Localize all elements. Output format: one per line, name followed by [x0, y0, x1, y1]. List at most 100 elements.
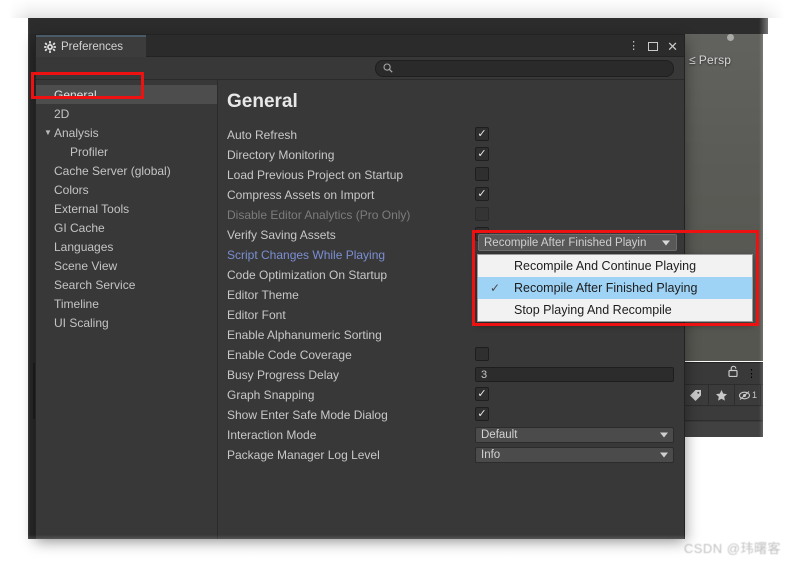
checkbox-directory-monitoring[interactable]: ✓ [475, 147, 489, 161]
close-icon[interactable]: ✕ [667, 40, 678, 53]
textfield-busy-progress-delay[interactable]: 3 [475, 367, 674, 382]
search-row [36, 57, 684, 80]
window-tabbar: Preferences ⋮ ✕ [36, 35, 684, 57]
inspector-panel: ⋮ 1 [683, 362, 763, 437]
dropdown-package-manager-log-level[interactable]: Info [475, 447, 674, 463]
maximize-icon[interactable] [648, 41, 659, 51]
check-icon: ✓ [477, 407, 487, 420]
sidebar-item-profiler[interactable]: Profiler [36, 142, 217, 161]
pref-label: Package Manager Log Level [227, 448, 380, 462]
sidebar-item-gi-cache[interactable]: GI Cache [36, 218, 217, 237]
tag-icon[interactable] [683, 384, 709, 406]
checkbox-box[interactable]: ✓ [475, 387, 489, 401]
pref-row-graph-snapping: Graph Snapping ✓ [218, 385, 684, 405]
tab-preferences[interactable]: Preferences [36, 35, 146, 57]
search-input[interactable] [398, 62, 648, 75]
checkbox-load-previous-project-on-startup[interactable] [475, 167, 489, 181]
sidebar-item-label: Search Service [54, 277, 136, 292]
sidebar-item-timeline[interactable]: Timeline [36, 294, 217, 313]
chevron-down-icon[interactable]: ▼ [44, 128, 52, 137]
gear-icon [44, 41, 56, 53]
inspector-toolbar: 1 [683, 384, 763, 406]
scene-gizmo-dot[interactable] [727, 34, 734, 41]
sidebar-item-analysis[interactable]: ▼ Analysis [36, 123, 217, 142]
star-icon[interactable] [709, 384, 735, 406]
sidebar-item-label: External Tools [54, 201, 130, 216]
pref-row-disable-editor-analytics-pro-only: Disable Editor Analytics (Pro Only) [218, 205, 684, 225]
pref-label: Graph Snapping [227, 388, 315, 402]
checkbox-box[interactable]: ✓ [475, 147, 489, 161]
pref-label: Code Optimization On Startup [227, 268, 388, 282]
inspector-divider [683, 407, 763, 421]
sidebar-item-ui-scaling[interactable]: UI Scaling [36, 313, 217, 332]
checkbox-box[interactable] [475, 347, 489, 361]
pref-row-enable-code-coverage: Enable Code Coverage [218, 345, 684, 365]
tab-label: Preferences [61, 41, 124, 53]
menu-item-label: Recompile And Continue Playing [514, 259, 697, 273]
sidebar-item-label: Cache Server (global) [54, 163, 171, 178]
checkbox-compress-assets-on-import[interactable]: ✓ [475, 187, 489, 201]
sidebar-item-label: Profiler [70, 144, 109, 159]
sidebar-item-2d[interactable]: 2D [36, 104, 217, 123]
bottom-edge-fade [0, 535, 795, 571]
sidebar-item-label: UI Scaling [54, 315, 109, 330]
pref-row-compress-assets-on-import: Compress Assets on Import ✓ [218, 185, 684, 205]
pref-label: Verify Saving Assets [227, 228, 336, 242]
chevron-down-icon [660, 452, 668, 458]
background-top-strip [0, 0, 795, 18]
inspector-menu-icon[interactable]: ⋮ [746, 367, 757, 380]
scene-perspective-label: ≤ Persp [689, 53, 731, 67]
search-field[interactable] [375, 60, 674, 77]
window-menu-icon[interactable]: ⋮ [628, 40, 639, 52]
pref-label: Show Enter Safe Mode Dialog [227, 408, 388, 422]
sidebar-item-cache-server-global[interactable]: Cache Server (global) [36, 161, 217, 180]
checkbox-box[interactable]: ✓ [475, 407, 489, 421]
watermark: CSDN @玮曙客 [683, 541, 781, 556]
dropdown-value: Default [481, 429, 518, 441]
sidebar-item-label: 2D [54, 106, 70, 121]
script-changes-dropdown-button[interactable]: Recompile After Finished Playin [478, 234, 677, 251]
sidebar-item-search-service[interactable]: Search Service [36, 275, 217, 294]
dropdown-control[interactable]: Default [475, 427, 674, 443]
checkbox-box[interactable] [475, 167, 489, 181]
menu-item-stop-playing-and-recompile[interactable]: Stop Playing And Recompile [478, 299, 752, 321]
checkbox-box[interactable] [475, 207, 489, 221]
sidebar-item-label: GI Cache [54, 220, 105, 235]
sidebar-item-colors[interactable]: Colors [36, 180, 217, 199]
pref-label: Interaction Mode [227, 428, 317, 442]
sidebar-item-general[interactable]: General [36, 85, 217, 104]
checkbox-graph-snapping[interactable]: ✓ [475, 387, 489, 401]
checkbox-disable-editor-analytics-pro-only[interactable] [475, 207, 489, 221]
textfield-value[interactable]: 3 [475, 367, 674, 382]
check-icon: ✓ [477, 147, 487, 160]
sidebar-item-languages[interactable]: Languages [36, 237, 217, 256]
pref-row-show-enter-safe-mode-dialog: Show Enter Safe Mode Dialog ✓ [218, 405, 684, 425]
lock-open-icon[interactable] [728, 364, 739, 382]
dropdown-control[interactable]: Info [475, 447, 674, 463]
pref-row-load-previous-project-on-startup: Load Previous Project on Startup [218, 165, 684, 185]
sidebar-item-label: General [54, 87, 97, 102]
search-icon [383, 60, 393, 78]
sidebar-item-scene-view[interactable]: Scene View [36, 256, 217, 275]
dropdown-interaction-mode[interactable]: Default [475, 427, 674, 443]
page-title: General [227, 91, 298, 112]
checkbox-box[interactable]: ✓ [475, 187, 489, 201]
pref-label: Directory Monitoring [227, 148, 335, 162]
chevron-down-icon [662, 240, 670, 245]
checkbox-show-enter-safe-mode-dialog[interactable]: ✓ [475, 407, 489, 421]
pref-label: Editor Theme [227, 288, 299, 302]
check-icon: ✓ [477, 187, 487, 200]
sidebar-item-external-tools[interactable]: External Tools [36, 199, 217, 218]
script-changes-dropdown-menu[interactable]: Recompile And Continue Playing ✓ Recompile… [477, 254, 753, 322]
visibility-off-icon[interactable]: 1 [735, 384, 761, 406]
checkbox-auto-refresh[interactable]: ✓ [475, 127, 489, 141]
pref-label: Compress Assets on Import [227, 188, 375, 202]
pref-label: Script Changes While Playing [227, 248, 386, 262]
inspector-body [683, 422, 763, 437]
menu-item-recompile-after-finished-playing[interactable]: ✓ Recompile After Finished Playing [478, 277, 752, 299]
left-edge-fade [0, 0, 30, 571]
checkbox-box[interactable]: ✓ [475, 127, 489, 141]
checkbox-enable-code-coverage[interactable] [475, 347, 489, 361]
menu-item-recompile-and-continue-playing[interactable]: Recompile And Continue Playing [478, 255, 752, 277]
sidebar-item-label: Scene View [54, 258, 118, 273]
